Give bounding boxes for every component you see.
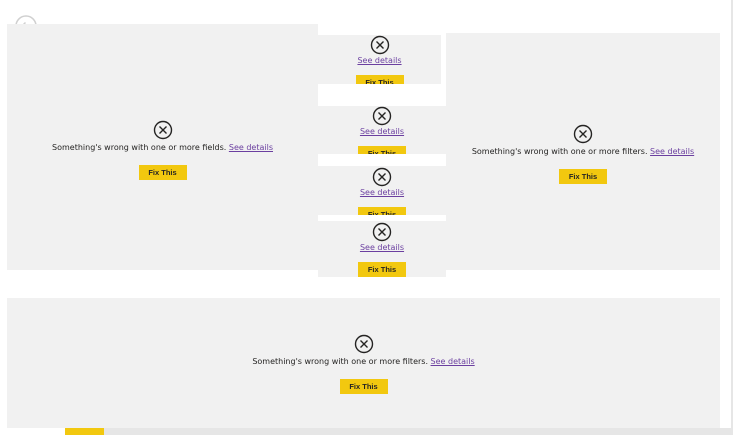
- see-details-link[interactable]: See details: [360, 243, 404, 252]
- visual-panel-middle-1: See details Fix This: [318, 35, 441, 84]
- horizontal-scrollbar[interactable]: [65, 428, 733, 435]
- error-block: See details Fix This: [318, 35, 441, 84]
- error-message: Something's wrong with one or more filte…: [252, 357, 428, 366]
- error-block: See details Fix This: [318, 222, 446, 277]
- see-details-link[interactable]: See details: [229, 143, 273, 152]
- error-circle-x-icon: [372, 106, 392, 126]
- fix-this-button[interactable]: Fix This: [358, 207, 406, 215]
- see-details-link[interactable]: See details: [431, 357, 475, 366]
- error-circle-x-icon: [354, 334, 373, 354]
- visual-panel-middle-2: See details Fix This: [318, 106, 446, 154]
- see-details-link[interactable]: See details: [357, 56, 401, 65]
- error-message: Something's wrong with one or more field…: [52, 143, 227, 152]
- scrollbar-thumb[interactable]: [65, 428, 104, 435]
- error-block: Something's wrong with one or more field…: [7, 120, 318, 180]
- see-details-link[interactable]: See details: [360, 127, 404, 136]
- error-block: See details Fix This: [318, 167, 446, 215]
- fix-this-button[interactable]: Fix This: [358, 146, 406, 154]
- see-details-link[interactable]: See details: [650, 147, 694, 156]
- visual-panel-middle-3: See details Fix This: [318, 166, 446, 215]
- fix-this-button[interactable]: Fix This: [559, 169, 607, 184]
- visual-panel-middle-4: See details Fix This: [318, 221, 446, 277]
- error-circle-x-icon: [372, 167, 392, 187]
- fix-this-button[interactable]: Fix This: [138, 165, 187, 180]
- visual-panel-right: Something's wrong with one or more filte…: [446, 33, 720, 270]
- error-block: Something's wrong with one or more filte…: [7, 334, 720, 394]
- fix-this-button[interactable]: Fix This: [358, 262, 406, 277]
- error-message-row: Something's wrong with one or more filte…: [446, 146, 720, 158]
- error-circle-x-icon: [153, 120, 172, 140]
- error-block: Something's wrong with one or more filte…: [446, 124, 720, 184]
- error-message: Something's wrong with one or more filte…: [471, 147, 648, 156]
- error-circle-x-icon: [573, 124, 593, 144]
- visual-panel-left: Something's wrong with one or more field…: [7, 24, 318, 270]
- error-message-row: Something's wrong with one or more field…: [7, 142, 318, 154]
- fix-this-button[interactable]: Fix This: [339, 379, 388, 394]
- see-details-link[interactable]: See details: [360, 188, 404, 197]
- fix-this-button[interactable]: Fix This: [355, 75, 404, 84]
- visual-panel-bottom: Something's wrong with one or more filte…: [7, 298, 720, 428]
- error-message-row: Something's wrong with one or more filte…: [7, 356, 720, 368]
- error-circle-x-icon: [372, 222, 392, 242]
- error-block: See details Fix This: [318, 106, 446, 154]
- error-circle-x-icon: [370, 35, 389, 55]
